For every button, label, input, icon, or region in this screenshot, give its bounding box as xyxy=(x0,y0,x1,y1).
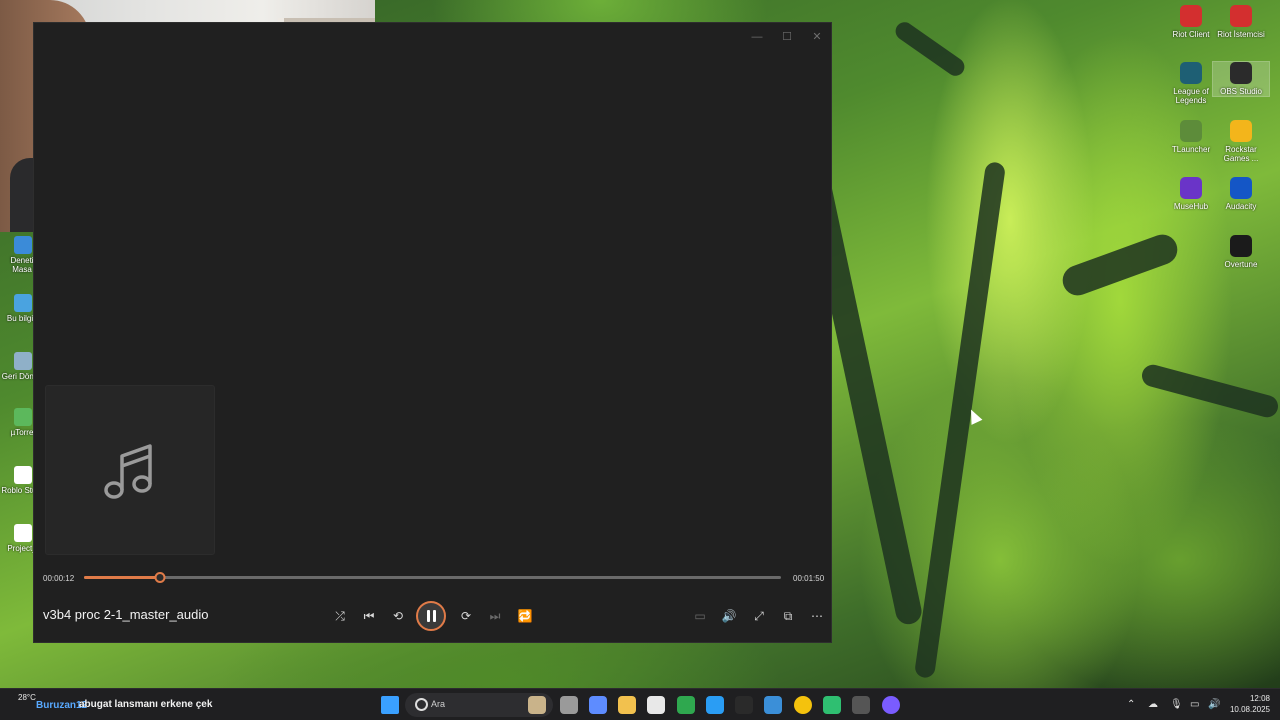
steam-app[interactable] xyxy=(852,696,870,714)
chrome-app[interactable] xyxy=(794,696,812,714)
app-icon xyxy=(1230,120,1252,142)
desktop-icon-label: Rockstar Games ... xyxy=(1223,145,1259,163)
app-icon xyxy=(14,352,32,370)
news-ticker[interactable]: abugat lansmanı erkene çek xyxy=(79,699,212,710)
maximize-button[interactable]: ☐ xyxy=(777,29,797,45)
tray-chevron-icon[interactable]: ⌃ xyxy=(1127,699,1135,710)
app-icon xyxy=(14,294,32,312)
clock-time: 12:08 xyxy=(1249,694,1270,703)
more-options-icon[interactable]: ⋯ xyxy=(805,607,829,625)
seek-bar-thumb[interactable] xyxy=(154,572,166,583)
desktop-icon-label: Riot İstemcisi xyxy=(1217,30,1265,39)
tray-network-icon[interactable]: ▭ xyxy=(1190,699,1199,710)
volume-icon[interactable]: 🔊 xyxy=(717,607,741,625)
desktop-icon-label: MuseHub xyxy=(1173,202,1209,211)
app-icon xyxy=(14,408,32,426)
app-icon xyxy=(14,466,32,484)
file-explorer-app[interactable] xyxy=(618,696,636,714)
edge-app[interactable] xyxy=(706,696,724,714)
desktop-icon[interactable]: Rockstar Games ... xyxy=(1213,120,1269,163)
copilot-app[interactable] xyxy=(589,696,607,714)
minimize-button[interactable]: — xyxy=(747,29,767,45)
music-note-icon xyxy=(104,444,152,499)
wallpaper-branch xyxy=(1058,230,1182,300)
repeat-icon[interactable]: 🔁 xyxy=(513,607,537,625)
rewind-10-icon[interactable]: ⟲ xyxy=(386,607,410,625)
task-view-app[interactable] xyxy=(560,696,578,714)
close-button[interactable]: ✕ xyxy=(807,29,827,45)
desktop-icon-label: Audacity xyxy=(1225,202,1257,211)
forward-30-icon[interactable]: ⟳ xyxy=(454,607,478,625)
desktop-icon-label: TLauncher xyxy=(1171,145,1211,154)
desktop-icon[interactable]: Riot İstemcisi xyxy=(1213,5,1269,39)
desktop-icon[interactable]: MuseHub xyxy=(1163,177,1219,211)
previous-icon[interactable]: ⏮ xyxy=(357,607,381,625)
elapsed-time: 00:00:12 xyxy=(43,574,75,583)
xbox-app[interactable] xyxy=(677,696,695,714)
desktop-icon-label: League of Legends xyxy=(1173,87,1209,105)
weather-temp: 28°C xyxy=(18,693,36,702)
tray-mic-icon[interactable]: 🎙 xyxy=(1170,699,1183,710)
wallpaper-branch xyxy=(913,161,1007,679)
wallpaper-branch xyxy=(1139,362,1280,420)
desktop-icon[interactable]: Riot Client xyxy=(1163,5,1219,39)
desktop-icon-label: Overtune xyxy=(1224,260,1258,269)
media-player-app[interactable] xyxy=(882,696,900,714)
discord-app[interactable] xyxy=(823,696,841,714)
track-title: v3b4 proc 2-1_master_audio xyxy=(43,607,209,622)
pause-icon-bar xyxy=(433,610,436,622)
system-clock[interactable]: 12:08 10.08.2025 xyxy=(1230,693,1270,715)
desktop-icon-label: Deneti Masa xyxy=(10,256,34,274)
pause-icon-bar xyxy=(427,610,430,622)
desktop-icon[interactable]: Overtune xyxy=(1213,235,1269,269)
desktop-icon[interactable]: League of Legends xyxy=(1163,62,1219,105)
next-icon[interactable]: ⏭ xyxy=(483,607,507,625)
app-icon xyxy=(14,236,32,254)
clock-date: 10.08.2025 xyxy=(1229,705,1270,714)
app-icon xyxy=(1230,5,1252,27)
app-icon xyxy=(1180,120,1202,142)
fullscreen-icon[interactable]: ⤢ xyxy=(747,607,771,625)
seek-bar-progress xyxy=(84,576,160,579)
tray-volume-icon[interactable]: 🔊 xyxy=(1208,699,1220,710)
wallpaper-branch xyxy=(892,18,968,80)
app-icon xyxy=(1180,62,1202,84)
app-icon xyxy=(1230,177,1252,199)
total-duration: 00:01:50 xyxy=(793,574,825,583)
search-icon xyxy=(415,698,428,711)
app-icon xyxy=(1180,177,1202,199)
epic-games-app[interactable] xyxy=(735,696,753,714)
app-icon xyxy=(1230,235,1252,257)
app-icon xyxy=(14,524,32,542)
miniplayer-icon[interactable]: ⧉ xyxy=(776,607,800,625)
album-art xyxy=(45,385,215,555)
search-placeholder: Ara xyxy=(431,699,446,709)
vscode-app[interactable] xyxy=(764,696,782,714)
weather-widget[interactable]: 28°C xyxy=(18,693,36,702)
shuffle-icon[interactable]: ⤮ xyxy=(328,607,352,625)
store-app[interactable] xyxy=(647,696,665,714)
desktop-icon-label: µTorre xyxy=(10,428,34,437)
app-icon xyxy=(1180,5,1202,27)
taskbar: 28°C Buruzan12 abugat lansmanı erkene çe… xyxy=(0,688,1280,720)
desktop-icon[interactable]: Audacity xyxy=(1213,177,1269,211)
tray-cloud-icon[interactable]: ☁ xyxy=(1148,699,1158,710)
start-button[interactable] xyxy=(381,696,399,714)
subtitles-icon[interactable]: ▭ xyxy=(688,607,712,625)
media-player-window: — ☐ ✕ 00:00:12 00:01:50 v3b4 proc 2-1_ma… xyxy=(33,22,832,643)
widgets-app[interactable] xyxy=(528,696,546,714)
app-icon xyxy=(1230,62,1252,84)
pause-button[interactable] xyxy=(416,601,446,631)
desktop-icon-label: Riot Client xyxy=(1172,30,1210,39)
desktop-icon-label: OBS Studio xyxy=(1220,87,1262,96)
desktop-icon[interactable]: OBS Studio xyxy=(1212,61,1270,97)
desktop-icon[interactable]: TLauncher xyxy=(1163,120,1219,154)
seek-bar[interactable] xyxy=(84,572,781,583)
